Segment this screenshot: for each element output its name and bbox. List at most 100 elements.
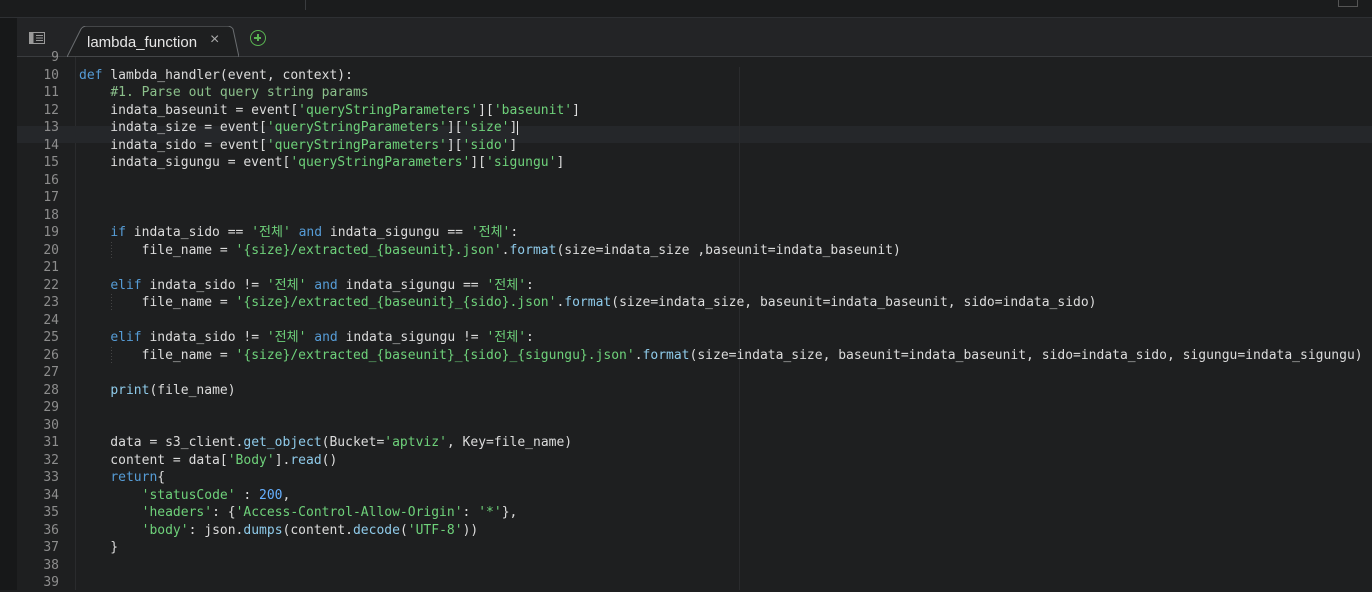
line-number: 35	[43, 505, 59, 520]
code-token: 'queryStringParameters'	[266, 137, 447, 153]
code-token: {	[157, 470, 166, 485]
code-token: :	[462, 505, 479, 520]
code-token: 'queryStringParameters'	[298, 102, 479, 118]
code-token: .	[634, 347, 643, 363]
line-number: 26	[43, 347, 59, 363]
code-token: 'sigungu'	[486, 155, 557, 170]
code-token: format	[564, 295, 612, 310]
code-token: content = data[	[79, 452, 228, 468]
code-token: def	[79, 67, 103, 83]
line-number: 18	[43, 207, 59, 223]
line-number: 15	[43, 155, 59, 170]
line-code: 'body': json.dumps(content.decode('UTF-8…	[79, 522, 479, 540]
code-line[interactable]: 19 if indata_sido == '전체' and indata_sig…	[17, 224, 1372, 242]
code-token: (	[399, 522, 408, 538]
code-line[interactable]: 33 return{	[17, 469, 1372, 487]
line-code: file_name = '{size}/extracted_{baseunit}…	[79, 347, 1363, 365]
code-line[interactable]: 17	[17, 189, 1372, 207]
line-code: 'statusCode' : 200,	[79, 487, 291, 505]
code-token: return	[110, 470, 158, 485]
line-code: content = data['Body'].read()	[79, 452, 337, 470]
close-icon[interactable]: ×	[210, 32, 222, 48]
code-token: lambda_handler(event, context):	[102, 67, 353, 83]
code-token: :	[235, 487, 260, 503]
code-token: ][	[470, 155, 486, 170]
code-line[interactable]: 14 indata_sido = event['queryStringParam…	[17, 137, 1372, 155]
code-line[interactable]: 16	[17, 172, 1372, 190]
code-token: and	[314, 330, 338, 345]
code-token: file_name =	[79, 347, 236, 363]
line-number: 9	[51, 50, 59, 65]
line-number: 37	[43, 540, 59, 555]
line-number: 16	[43, 172, 59, 188]
add-tab-icon[interactable]	[250, 30, 266, 46]
code-token: data = s3_client.	[79, 435, 244, 450]
code-line[interactable]: 13 indata_size = event['queryStringParam…	[17, 119, 1372, 137]
code-line[interactable]: 18	[17, 207, 1372, 225]
code-line[interactable]: 28 print(file_name)	[17, 382, 1372, 400]
maximize-icon[interactable]	[1338, 0, 1358, 7]
code-line[interactable]: 38	[17, 557, 1372, 575]
code-token: 'body'	[141, 522, 189, 538]
code-line[interactable]: 34 'statusCode' : 200,	[17, 487, 1372, 505]
line-number: 22	[43, 277, 59, 293]
code-line[interactable]: 11 #1. Parse out query string params	[17, 84, 1372, 102]
code-token: '*'	[478, 505, 502, 520]
code-line[interactable]: 10 def lambda_handler(event, context):	[17, 67, 1372, 85]
code-token: and	[298, 225, 323, 240]
code-token: (size=indata_size, baseunit=indata_baseu…	[689, 347, 1363, 363]
code-token: (size=indata_size, baseunit=indata_baseu…	[611, 295, 1097, 310]
code-line[interactable]: 29	[17, 399, 1372, 417]
code-line[interactable]: 23 file_name = '{size}/extracted_{baseun…	[17, 294, 1372, 312]
line-number: 10	[43, 67, 59, 83]
code-line[interactable]: 12 indata_baseunit = event['queryStringP…	[17, 102, 1372, 120]
code-line[interactable]: 20 file_name = '{size}/extracted_{baseun…	[17, 242, 1372, 260]
code-token: indata_sido !=	[141, 277, 267, 293]
code-token: format	[642, 347, 690, 363]
code-line[interactable]: 9	[17, 49, 1372, 67]
code-token: ]	[509, 137, 518, 153]
code-token: '전체'	[266, 330, 307, 345]
code-line[interactable]: 26 file_name = '{size}/extracted_{baseun…	[17, 347, 1372, 365]
code-token: indata_sigungu = event[	[79, 155, 291, 170]
code-token: ][	[446, 120, 463, 135]
code-token: and	[314, 277, 338, 293]
code-line[interactable]: 21	[17, 259, 1372, 277]
code-line[interactable]: 22 elif indata_sido != '전체' and indata_s…	[17, 277, 1372, 295]
code-token: ][	[446, 137, 463, 153]
code-token: file_name =	[79, 295, 236, 310]
line-number: 31	[43, 435, 59, 450]
code-token: ]	[509, 120, 518, 135]
code-line[interactable]: 27	[17, 364, 1372, 382]
code-line[interactable]: 31 data = s3_client.get_object(Bucket='a…	[17, 434, 1372, 452]
code-token: '{size}/extracted_{baseunit}_{sido}_{sig…	[235, 347, 635, 363]
line-number: 39	[43, 575, 59, 590]
code-line[interactable]: 39	[17, 574, 1372, 592]
code-token: decode	[352, 522, 400, 538]
code-line[interactable]: 30	[17, 417, 1372, 435]
line-code: #1. Parse out query string params	[79, 84, 368, 102]
code-line[interactable]: 15 indata_sigungu = event['queryStringPa…	[17, 154, 1372, 172]
code-token: 'queryStringParameters'	[266, 120, 447, 135]
code-line[interactable]: 37 }	[17, 539, 1372, 557]
code-line[interactable]: 36 'body': json.dumps(content.decode('UT…	[17, 522, 1372, 540]
code-line[interactable]: 24	[17, 312, 1372, 330]
panel-toggle-icon[interactable]	[29, 32, 45, 44]
code-line[interactable]: 25 elif indata_sido != '전체' and indata_s…	[17, 329, 1372, 347]
code-editor[interactable]: 9 10 def lambda_handler(event, context): 11…	[17, 50, 1372, 592]
code-token: (content.	[282, 522, 353, 538]
code-token: indata_sigungu ==	[337, 277, 487, 293]
line-number: 14	[43, 137, 59, 153]
line-number: 17	[43, 190, 59, 205]
line-code: 'headers': {'Access-Control-Allow-Origin…	[79, 504, 518, 522]
code-line[interactable]: 32 content = data['Body'].read()	[17, 452, 1372, 470]
code-token: , Key=file_name)	[446, 435, 573, 450]
line-code: }	[79, 539, 118, 557]
code-line[interactable]: 35 'headers': {'Access-Control-Allow-Ori…	[17, 504, 1372, 522]
code-token: elif	[110, 277, 142, 293]
top-divider	[305, 0, 306, 10]
